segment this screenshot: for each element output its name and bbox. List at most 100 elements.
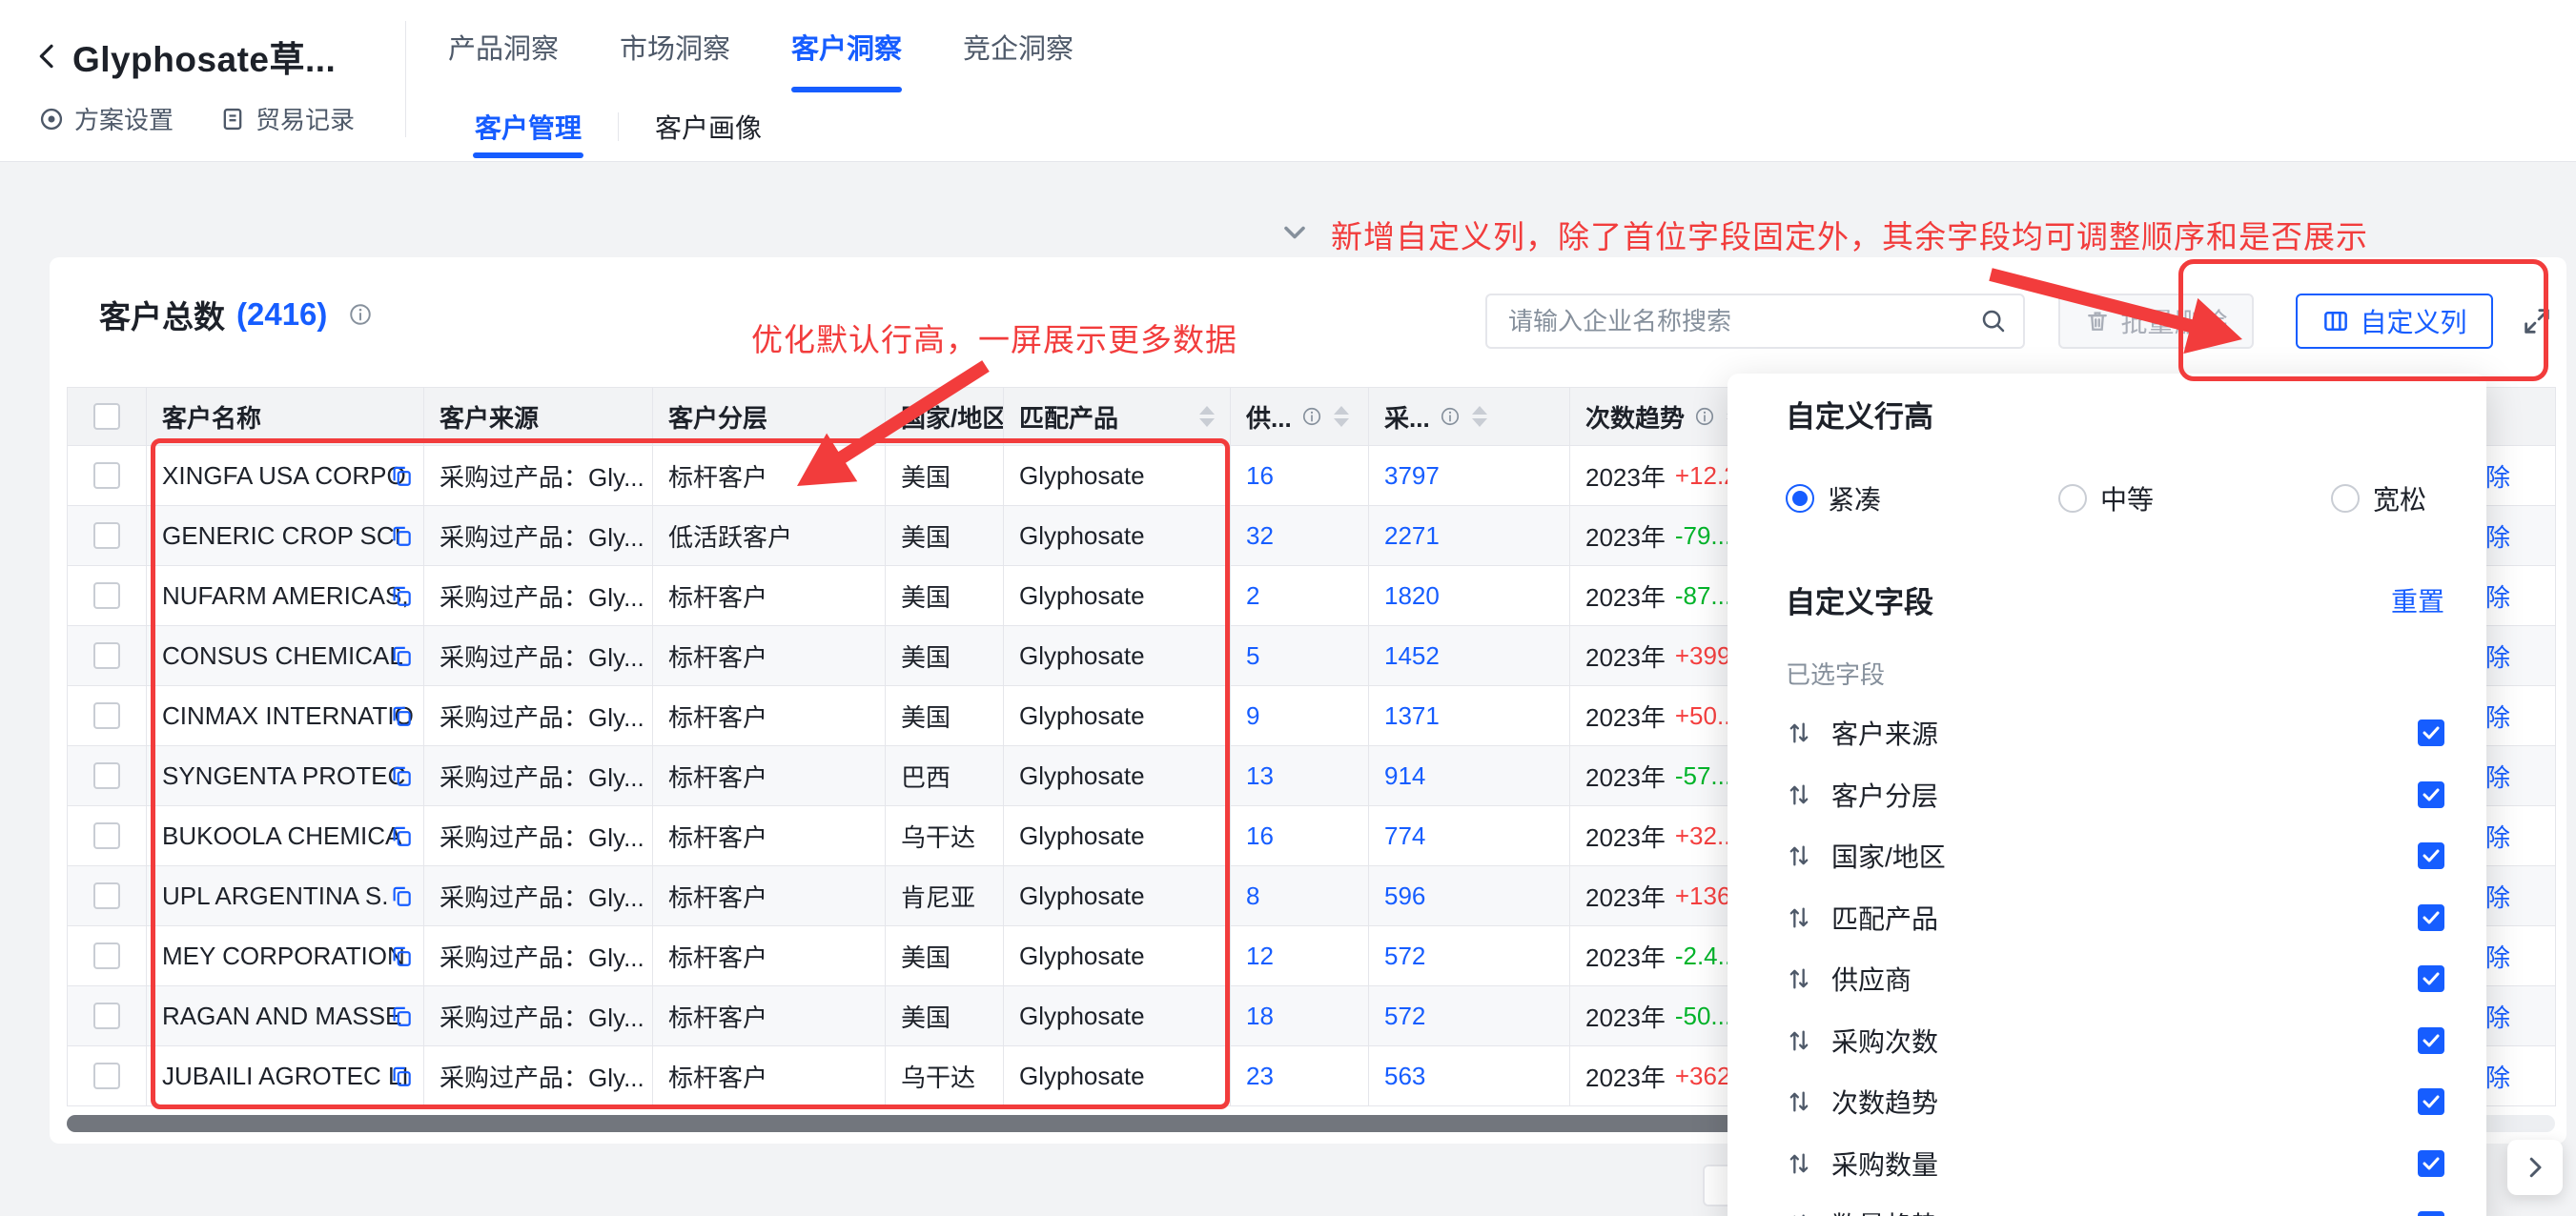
sort-icon[interactable] (1334, 406, 1349, 427)
drag-handle-icon[interactable] (1786, 1088, 1812, 1115)
drag-handle-icon[interactable] (1786, 1027, 1812, 1054)
next-page-button[interactable] (2507, 1140, 2563, 1195)
copy-icon[interactable] (389, 1064, 414, 1088)
info-icon[interactable] (348, 302, 373, 327)
row-checkbox[interactable] (93, 702, 120, 729)
purchase-count-link[interactable]: 1820 (1369, 566, 1570, 626)
row-height-option[interactable]: 中等 (2058, 479, 2154, 517)
row-checkbox[interactable] (93, 882, 120, 909)
field-checkbox[interactable] (2418, 1027, 2444, 1054)
customer-name[interactable]: SYNGENTA PROTEC (162, 761, 405, 791)
supplier-count-link[interactable]: 9 (1231, 686, 1369, 746)
customize-columns-button[interactable]: 自定义列 (2296, 294, 2493, 349)
plan-settings-button[interactable]: 方案设置 (38, 101, 174, 136)
purchase-count-link[interactable]: 572 (1369, 926, 1570, 986)
supplier-count-link[interactable]: 23 (1231, 1046, 1369, 1106)
main-tab[interactable]: 市场洞察 (620, 0, 730, 92)
filter-collapse-chevron-icon[interactable] (1278, 215, 1312, 254)
copy-icon[interactable] (389, 463, 414, 488)
row-height-option[interactable]: 宽松 (2331, 479, 2426, 517)
supplier-count-link[interactable]: 8 (1231, 866, 1369, 926)
supplier-count-link[interactable]: 18 (1231, 986, 1369, 1046)
scrollbar-thumb[interactable] (67, 1115, 1747, 1132)
field-checkbox[interactable] (2418, 965, 2444, 992)
sort-icon[interactable] (1199, 406, 1215, 427)
copy-icon[interactable] (389, 523, 414, 548)
row-checkbox[interactable] (93, 582, 120, 609)
back-icon[interactable] (32, 41, 63, 71)
field-checkbox[interactable] (2418, 1211, 2444, 1216)
supplier-count-link[interactable]: 5 (1231, 626, 1369, 686)
customer-name[interactable]: CINMAX INTERNATIO (162, 701, 414, 731)
drag-handle-icon[interactable] (1786, 904, 1812, 931)
purchase-count-link[interactable]: 563 (1369, 1046, 1570, 1106)
search-input[interactable] (1506, 306, 1979, 337)
drag-handle-icon[interactable] (1786, 965, 1812, 992)
field-checkbox[interactable] (2418, 1150, 2444, 1177)
customer-name[interactable]: CONSUS CHEMICAL (162, 641, 403, 671)
supplier-count-link[interactable]: 16 (1231, 806, 1369, 866)
main-tab[interactable]: 产品洞察 (448, 0, 559, 92)
row-height-option[interactable]: 紧凑 (1786, 479, 1881, 517)
purchase-count-link[interactable]: 572 (1369, 986, 1570, 1046)
trade-records-button[interactable]: 贸易记录 (219, 101, 355, 136)
main-tab[interactable]: 客户洞察 (791, 0, 902, 92)
copy-icon[interactable] (389, 763, 414, 788)
customer-name[interactable]: XINGFA USA CORPO (162, 461, 406, 491)
supplier-count-link[interactable]: 16 (1231, 446, 1369, 506)
field-checkbox[interactable] (2418, 781, 2444, 808)
row-checkbox[interactable] (93, 522, 120, 549)
customer-name[interactable]: NUFARM AMERICAS, (162, 581, 409, 611)
row-checkbox[interactable] (93, 642, 120, 669)
info-icon[interactable] (1440, 406, 1461, 427)
drag-handle-icon[interactable] (1786, 842, 1812, 869)
copy-icon[interactable] (389, 583, 414, 608)
copy-icon[interactable] (389, 1003, 414, 1028)
customer-name[interactable]: MEY CORPORATION (162, 942, 405, 971)
sub-tab[interactable]: 客户画像 (653, 92, 764, 160)
customer-name[interactable]: BUKOOLA CHEMICA (162, 821, 401, 851)
customer-name[interactable]: JUBAILI AGROTEC LI (162, 1062, 409, 1091)
row-checkbox[interactable] (93, 462, 120, 489)
select-all-checkbox[interactable] (93, 403, 120, 430)
purchase-count-link[interactable]: 774 (1369, 806, 1570, 866)
purchase-count-link[interactable]: 1452 (1369, 626, 1570, 686)
row-checkbox[interactable] (93, 822, 120, 849)
copy-icon[interactable] (389, 883, 414, 908)
row-checkbox[interactable] (93, 942, 120, 969)
row-checkbox[interactable] (93, 1003, 120, 1029)
customer-name[interactable]: UPL ARGENTINA S. (162, 882, 388, 911)
info-icon[interactable] (1694, 406, 1715, 427)
field-checkbox[interactable] (2418, 1088, 2444, 1115)
sub-tab[interactable]: 客户管理 (473, 92, 583, 160)
supplier-count-link[interactable]: 2 (1231, 566, 1369, 626)
main-tab[interactable]: 竞企洞察 (963, 0, 1073, 92)
batch-delete-button[interactable]: 批量删除 (2058, 294, 2254, 349)
field-checkbox[interactable] (2418, 842, 2444, 869)
customer-name[interactable]: GENERIC CROP SCI (162, 521, 401, 551)
drag-handle-icon[interactable] (1786, 1150, 1812, 1177)
sort-icon[interactable] (1472, 406, 1487, 427)
supplier-count-link[interactable]: 32 (1231, 506, 1369, 566)
purchase-count-link[interactable]: 596 (1369, 866, 1570, 926)
row-checkbox[interactable] (93, 1063, 120, 1089)
row-checkbox[interactable] (93, 762, 120, 789)
drag-handle-icon[interactable] (1786, 1211, 1812, 1216)
customer-name[interactable]: RAGAN AND MASSE (162, 1002, 401, 1031)
fullscreen-icon[interactable] (2515, 299, 2559, 343)
info-icon[interactable] (1301, 406, 1322, 427)
purchase-count-link[interactable]: 3797 (1369, 446, 1570, 506)
supplier-count-link[interactable]: 13 (1231, 746, 1369, 806)
copy-icon[interactable] (389, 943, 414, 968)
purchase-count-link[interactable]: 1371 (1369, 686, 1570, 746)
copy-icon[interactable] (389, 643, 414, 668)
drag-handle-icon[interactable] (1786, 719, 1812, 746)
field-checkbox[interactable] (2418, 719, 2444, 746)
search-icon[interactable] (1979, 307, 2008, 335)
purchase-count-link[interactable]: 914 (1369, 746, 1570, 806)
field-checkbox[interactable] (2418, 904, 2444, 931)
copy-icon[interactable] (389, 703, 414, 728)
supplier-count-link[interactable]: 12 (1231, 926, 1369, 986)
reset-link[interactable]: 重置 (2391, 581, 2444, 619)
purchase-count-link[interactable]: 2271 (1369, 506, 1570, 566)
